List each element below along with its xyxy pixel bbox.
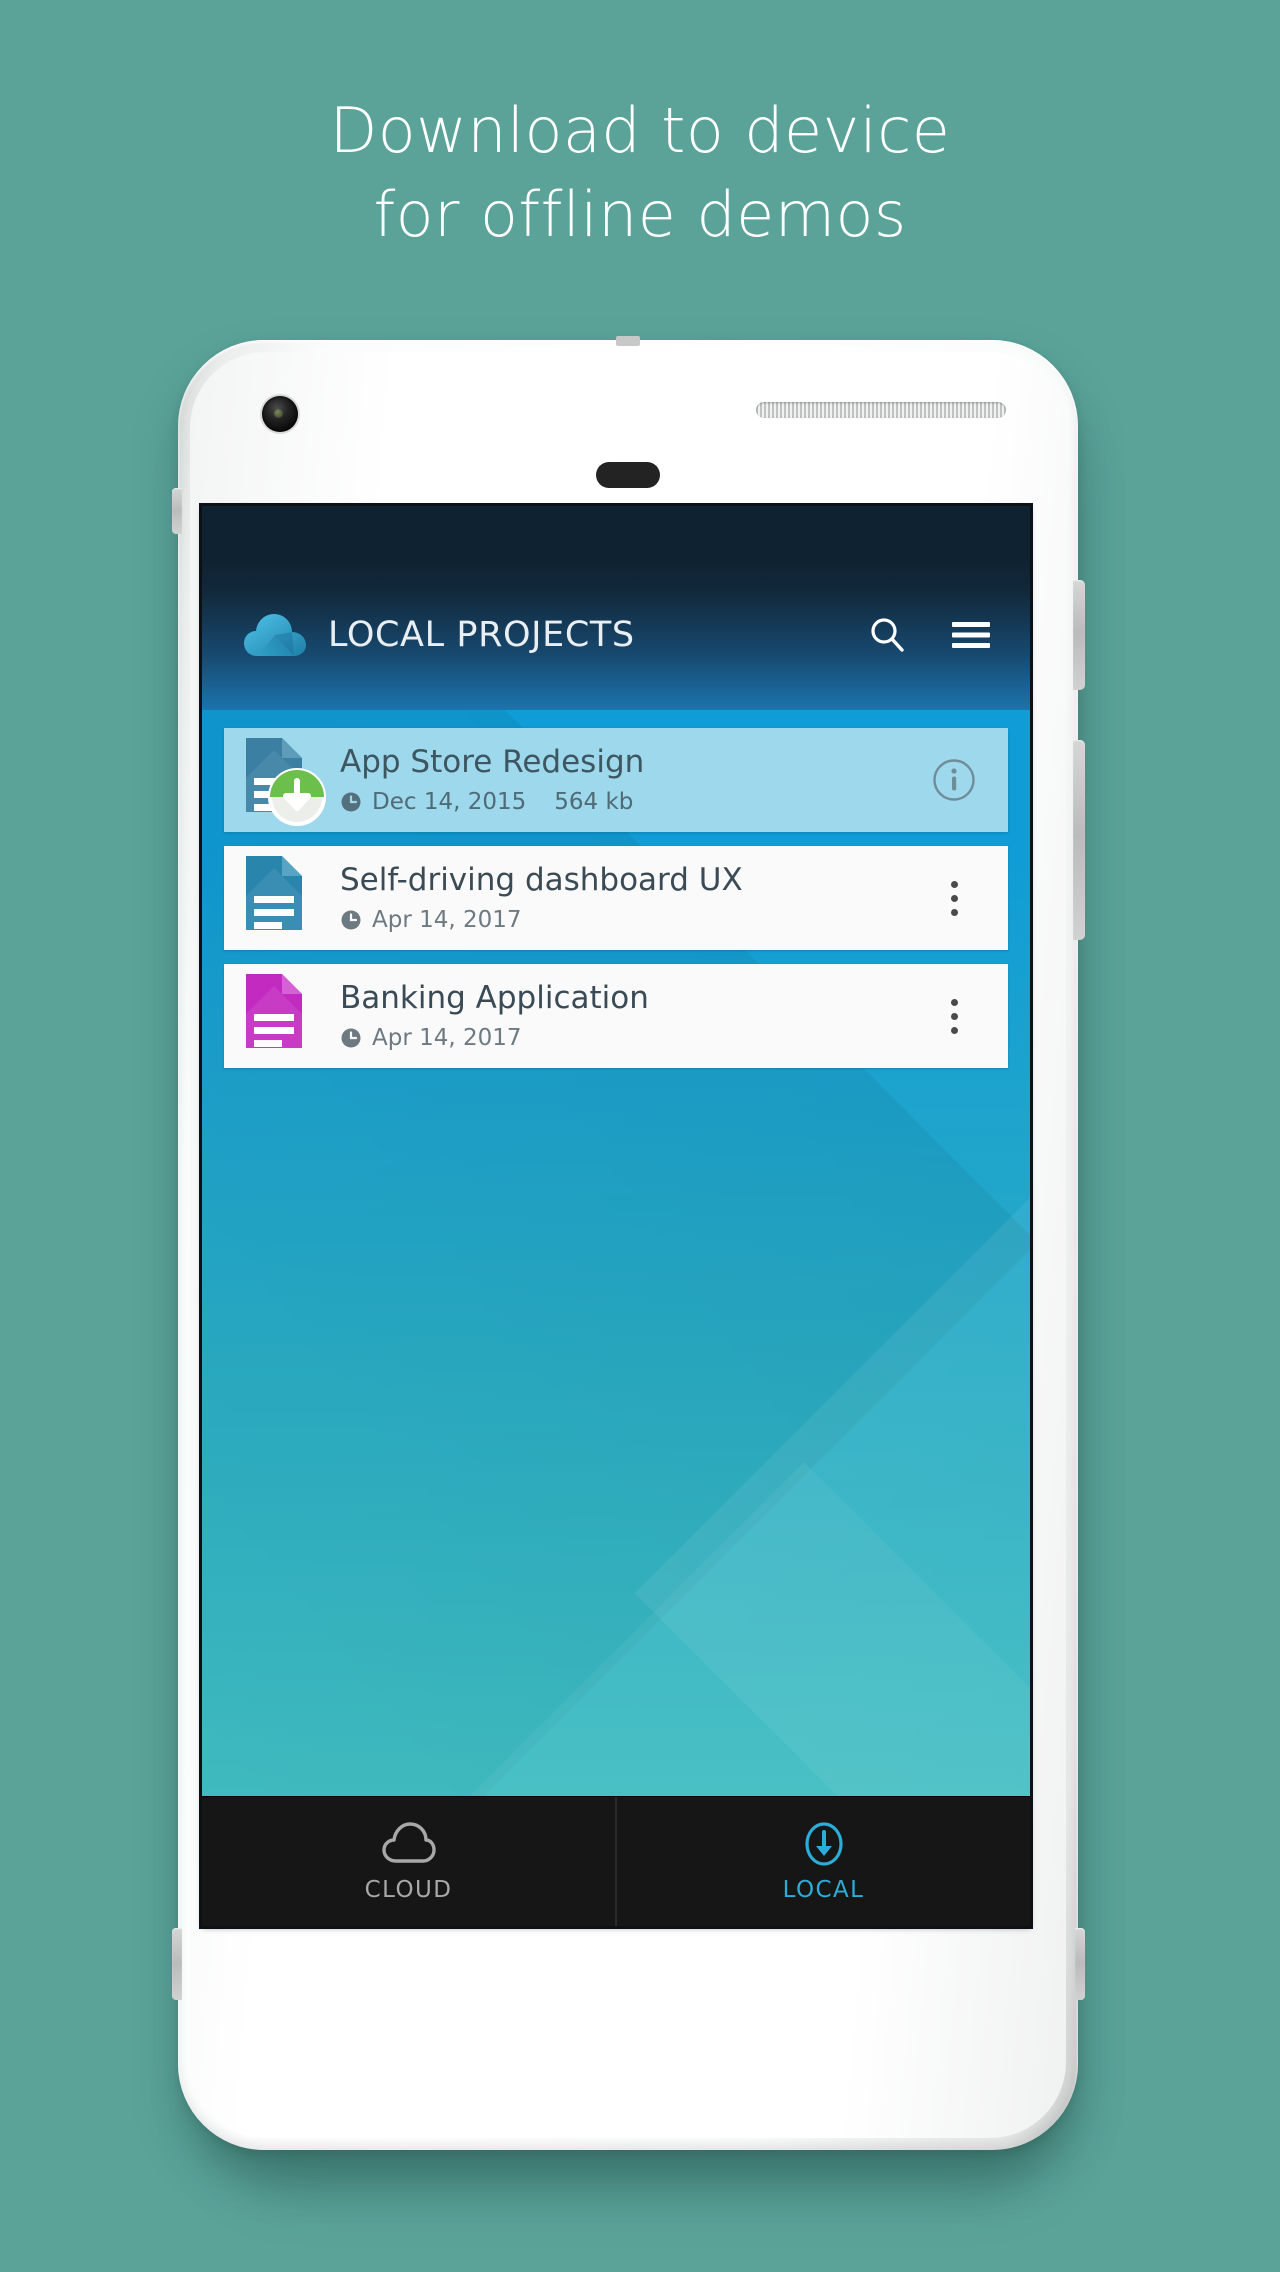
project-list: App Store Redesign Dec 14, 2015 564 kb S…	[202, 710, 1030, 1068]
file-icon-wrap	[246, 974, 316, 1058]
clock-icon	[340, 791, 362, 813]
tab-cloud[interactable]: CLOUD	[202, 1797, 615, 1926]
tab-local[interactable]: LOCAL	[615, 1797, 1030, 1926]
phone-screen: LOCAL PROJECTS App Store Redesign Dec 14…	[202, 506, 1030, 1926]
right-lower-antenna-tab	[1075, 1928, 1085, 2000]
cloud-icon	[244, 613, 306, 657]
project-date: Apr 14, 2017	[372, 1024, 522, 1051]
status-bar	[202, 506, 1030, 560]
left-hardware-button[interactable]	[172, 488, 182, 534]
list-item[interactable]: App Store Redesign Dec 14, 2015 564 kb	[224, 728, 1008, 832]
front-camera-icon	[262, 396, 298, 432]
list-item[interactable]: Banking Application Apr 14, 2017	[224, 964, 1008, 1068]
promo-headline: Download to device for offline demos	[0, 100, 1280, 246]
list-item-text: Banking Application Apr 14, 2017	[336, 981, 926, 1050]
project-meta: Apr 14, 2017	[340, 1025, 926, 1051]
hamburger-menu-icon[interactable]	[948, 612, 994, 658]
project-title: App Store Redesign	[340, 745, 645, 780]
search-icon[interactable]	[864, 612, 910, 658]
project-meta: Apr 14, 2017	[340, 907, 926, 933]
download-arrow-icon	[268, 768, 326, 826]
overflow-menu-icon[interactable]	[926, 880, 982, 916]
file-icon-wrap	[246, 856, 316, 940]
overflow-dots	[950, 998, 958, 1034]
phone-top-antenna-tab	[616, 336, 640, 346]
info-circle-icon[interactable]	[926, 758, 982, 802]
proximity-sensor	[596, 462, 660, 488]
headline-line-1: Download to device	[329, 94, 951, 167]
volume-button[interactable]	[1073, 580, 1085, 690]
download-circle-icon	[797, 1821, 851, 1867]
file-icon-wrap	[246, 738, 326, 826]
document-icon	[246, 974, 316, 1048]
app-bar-actions	[864, 612, 994, 658]
app-title: LOCAL PROJECTS	[328, 615, 635, 655]
cloud-outline-icon	[381, 1821, 436, 1867]
project-size: 564 kb	[554, 788, 634, 815]
project-date: Apr 14, 2017	[372, 906, 522, 933]
phone-bottom-bezel	[202, 1926, 1054, 2126]
tab-local-label: LOCAL	[782, 1876, 865, 1903]
overflow-dots	[950, 880, 958, 916]
document-icon	[246, 856, 316, 930]
project-meta: Dec 14, 2015 564 kb	[340, 789, 926, 815]
project-list-area: App Store Redesign Dec 14, 2015 564 kb S…	[202, 710, 1030, 1796]
app-brand: LOCAL PROJECTS	[244, 613, 864, 657]
overflow-menu-icon[interactable]	[926, 998, 982, 1034]
list-item-text: Self-driving dashboard UX Apr 14, 2017	[336, 863, 926, 932]
project-date: Dec 14, 2015	[372, 788, 527, 815]
power-button[interactable]	[1073, 740, 1085, 940]
tab-cloud-label: CLOUD	[364, 1876, 453, 1903]
phone-mockup: LOCAL PROJECTS App Store Redesign Dec 14…	[172, 336, 1098, 2190]
left-lower-antenna-tab	[172, 1928, 182, 2000]
project-title: Banking Application	[340, 981, 649, 1016]
app-bar: LOCAL PROJECTS	[202, 560, 1030, 710]
clock-icon	[340, 909, 362, 931]
clock-icon	[340, 1027, 362, 1049]
list-item-text: App Store Redesign Dec 14, 2015 564 kb	[336, 745, 926, 814]
earpiece-speaker-grille	[756, 402, 1006, 418]
bottom-navigation: CLOUD LOCAL	[202, 1796, 1030, 1926]
phone-body: LOCAL PROJECTS App Store Redesign Dec 14…	[172, 336, 1085, 2150]
list-item[interactable]: Self-driving dashboard UX Apr 14, 2017	[224, 846, 1008, 950]
project-title: Self-driving dashboard UX	[340, 863, 743, 898]
headline-line-2: for offline demos	[373, 178, 907, 251]
